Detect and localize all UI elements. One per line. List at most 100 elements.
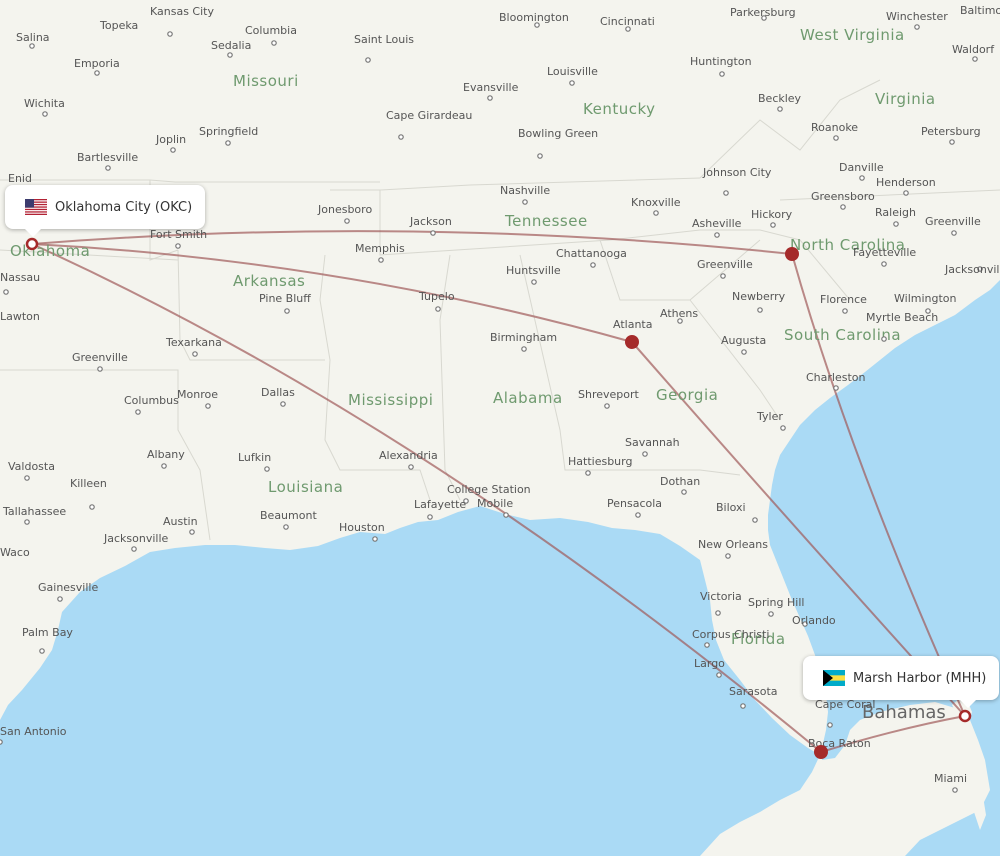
city-label: Huntington	[690, 55, 752, 68]
city-label: Mobile	[477, 497, 513, 510]
origin-marker[interactable]	[25, 237, 39, 251]
city-label: Winchester	[886, 10, 948, 23]
city-label: Orlando	[792, 614, 836, 627]
city-label: Hickory	[751, 208, 793, 221]
city-label: Jacksonville	[944, 263, 1000, 276]
city-label: Austin	[163, 515, 198, 528]
us-flag-icon	[25, 199, 47, 215]
city-label: Birmingham	[490, 331, 557, 344]
city-label: Tupelo	[418, 290, 455, 303]
city-label: Knoxville	[631, 196, 681, 209]
city-label: Chattanooga	[556, 247, 627, 260]
route-map[interactable]: Missouri Kentucky West Virginia Virginia…	[0, 0, 1000, 856]
city-label: Parkersburg	[730, 6, 796, 19]
state-label-virginia: Virginia	[875, 90, 936, 108]
city-label: Bowling Green	[518, 127, 598, 140]
city-label: Tallahassee	[2, 505, 66, 518]
city-label: Newberry	[732, 290, 786, 303]
city-label: Athens	[660, 307, 698, 320]
city-label: Kansas City	[150, 5, 214, 18]
city-label: Nashville	[500, 184, 550, 197]
city-label: Columbus	[124, 394, 179, 407]
city-label: Asheville	[692, 217, 742, 230]
city-label: Huntsville	[506, 264, 561, 277]
city-label: Victoria	[700, 590, 742, 603]
city-label: New Orleans	[698, 538, 768, 551]
city-label: Waco	[0, 546, 30, 559]
city-label: Sarasota	[729, 685, 778, 698]
city-label: Enid	[8, 172, 32, 185]
city-label: Jacksonville	[103, 532, 169, 545]
city-label: Miami	[934, 772, 967, 785]
city-label: Gainesville	[38, 581, 98, 594]
bahamas-flag-icon	[823, 670, 845, 686]
city-label: Bartlesville	[77, 151, 138, 164]
city-label: Greensboro	[811, 190, 875, 203]
city-label: Pine Bluff	[259, 292, 311, 305]
state-label-mississippi: Mississippi	[348, 391, 433, 409]
city-label: Texarkana	[165, 336, 222, 349]
state-label-alabama: Alabama	[493, 389, 563, 407]
city-label: Tyler	[756, 410, 783, 423]
city-label: Saint Louis	[354, 33, 414, 46]
city-label: Beaumont	[260, 509, 317, 522]
stop-marker-miami[interactable]	[814, 745, 828, 759]
stop-marker-atlanta[interactable]	[625, 335, 639, 349]
city-label: Greenville	[697, 258, 753, 271]
city-label: Charleston	[806, 371, 866, 384]
city-label: Fayetteville	[853, 246, 916, 259]
state-label-louisiana: Louisiana	[268, 478, 343, 496]
city-label: Springfield	[199, 125, 258, 138]
state-label-georgia: Georgia	[656, 386, 718, 404]
city-label: Atlanta	[613, 318, 652, 331]
city-label: Lufkin	[238, 451, 271, 464]
state-label-oklahoma: Oklahoma	[10, 242, 90, 260]
bahamas-island-andros	[902, 752, 925, 800]
state-label-west-virginia: West Virginia	[800, 26, 905, 44]
destination-callout[interactable]: Marsh Harbor (MHH)	[803, 656, 1000, 708]
city-label: Lafayette	[414, 498, 466, 511]
city-label: Henderson	[876, 176, 936, 189]
city-label: Jackson	[409, 215, 452, 228]
city-label: Emporia	[74, 57, 120, 70]
city-label: Monroe	[177, 388, 218, 401]
city-label: San Antonio	[0, 725, 67, 738]
city-label: Memphis	[355, 242, 405, 255]
city-label: Cincinnati	[600, 15, 655, 28]
city-label: Sedalia	[211, 39, 251, 52]
city-label: Jonesboro	[317, 203, 372, 216]
stop-marker-charlotte[interactable]	[785, 247, 799, 261]
state-label-tennessee: Tennessee	[504, 212, 588, 230]
city-label: Columbia	[245, 24, 297, 37]
city-label: Cape Girardeau	[386, 109, 472, 122]
city-label: Raleigh	[875, 206, 916, 219]
destination-marker[interactable]	[958, 709, 972, 723]
city-label: Petersburg	[921, 125, 981, 138]
city-label: Greenville	[72, 351, 128, 364]
origin-callout[interactable]: Oklahoma City (OKC)	[5, 185, 206, 237]
city-label: Hattiesburg	[568, 455, 632, 468]
city-label: Houston	[339, 521, 385, 534]
route-okc-charlotte	[31, 230, 793, 255]
city-label: Fort Smith	[150, 228, 207, 241]
route-okc-atlanta	[31, 243, 633, 343]
city-label: Nassau	[0, 271, 40, 284]
city-label: Shreveport	[578, 388, 640, 401]
city-label: Dallas	[261, 386, 295, 399]
city-label: Spring Hill	[748, 596, 804, 609]
city-label: Pensacola	[607, 497, 662, 510]
city-label: Waldorf	[952, 43, 995, 56]
map-canvas: Missouri Kentucky West Virginia Virginia…	[0, 4, 1000, 856]
city-label: Lawton	[0, 310, 40, 323]
destination-label: Marsh Harbor (MHH)	[853, 670, 987, 686]
gulf-of-mexico	[0, 506, 820, 856]
city-label: Roanoke	[811, 121, 858, 134]
city-label: Valdosta	[8, 460, 55, 473]
city-label: Albany	[147, 448, 185, 461]
city-label: Louisville	[547, 65, 598, 78]
state-label-kentucky: Kentucky	[583, 100, 656, 118]
city-label: Augusta	[721, 334, 766, 347]
city-label: Bloomington	[499, 11, 569, 24]
city-label: Corpus Christi	[692, 628, 769, 641]
city-label: Palm Bay	[22, 626, 73, 639]
